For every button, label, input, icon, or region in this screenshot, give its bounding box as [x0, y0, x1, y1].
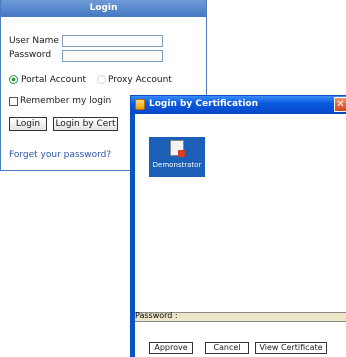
forgot-password-link[interactable]: Forget your password? — [9, 150, 111, 160]
close-button[interactable]: ✕ — [334, 97, 346, 112]
username-label: User Name — [9, 36, 59, 46]
cert-window: Login by Certification ✕ Demonstrator Pa… — [130, 95, 346, 357]
app-icon — [135, 99, 145, 110]
close-icon: ✕ — [336, 99, 345, 110]
certificate-list[interactable]: Demonstrator — [135, 114, 346, 312]
view-certificate-button[interactable]: View Certificate — [255, 342, 327, 354]
certificate-label: Demonstrator — [152, 161, 202, 169]
cancel-button[interactable]: Cancel — [205, 342, 249, 354]
cert-window-title: Login by Certification — [149, 99, 259, 109]
login-header: Login — [1, 0, 206, 17]
certificate-icon — [170, 140, 185, 157]
cert-footer: Approve Cancel View Certificate — [135, 322, 346, 357]
cert-password-label: Password : — [135, 311, 178, 320]
remember-label: Remember my login — [20, 96, 112, 106]
login-button[interactable]: Login — [9, 117, 47, 131]
username-input[interactable] — [62, 35, 163, 47]
remember-checkbox[interactable] — [9, 97, 18, 106]
password-input[interactable] — [62, 50, 163, 62]
proxy-account-radio[interactable] — [97, 75, 106, 84]
portal-account-radio[interactable] — [9, 75, 18, 84]
proxy-account-label: Proxy Account — [108, 75, 172, 85]
cert-titlebar[interactable]: Login by Certification ✕ — [131, 96, 346, 114]
certificate-item-demonstrator[interactable]: Demonstrator — [149, 137, 205, 177]
portal-account-label: Portal Account — [21, 75, 87, 85]
login-by-cert-button[interactable]: Login by Cert — [53, 117, 118, 131]
password-label: Password — [9, 50, 52, 60]
password-field-bar[interactable]: Password : — [135, 311, 346, 322]
approve-button[interactable]: Approve — [149, 342, 193, 354]
